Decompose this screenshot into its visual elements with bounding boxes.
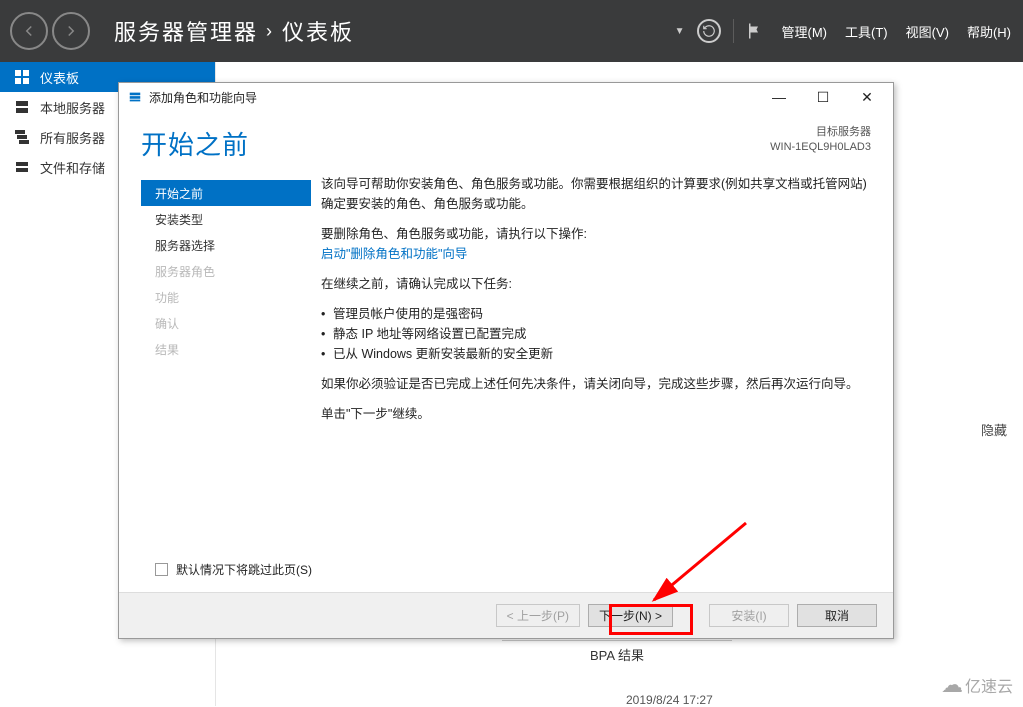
wizard-header: 开始之前 目标服务器 WIN-1EQL9H0LAD3	[119, 111, 893, 162]
storage-icon	[14, 159, 30, 175]
step-server-select[interactable]: 服务器选择	[141, 232, 311, 258]
window-title: 添加角色和功能向导	[149, 89, 257, 106]
prereq-item: 已从 Windows 更新安装最新的安全更新	[321, 344, 867, 364]
prev-button: < 上一步(P)	[496, 604, 580, 627]
remove-wizard-link[interactable]: 启动"删除角色和功能"向导	[321, 247, 467, 261]
content-p4: 如果你必须验证是否已完成上述任何先决条件，请关闭向导，完成这些步骤，然后再次运行…	[321, 374, 867, 394]
bpa-timestamp: 2019/8/24 17:27	[626, 693, 713, 707]
breadcrumb: 服务器管理器 › 仪表板	[90, 15, 354, 47]
target-info: 目标服务器 WIN-1EQL9H0LAD3	[770, 125, 871, 156]
sidebar-item-label: 所有服务器	[40, 128, 105, 147]
target-label: 目标服务器	[770, 125, 871, 140]
chevron-down-icon[interactable]: ▼	[675, 26, 685, 37]
flag-icon[interactable]	[746, 22, 764, 40]
wizard-body: 开始之前 安装类型 服务器选择 服务器角色 功能 确认 结果 该向导可帮助你安装…	[119, 162, 893, 561]
wizard-dialog: 添加角色和功能向导 — ☐ ✕ 开始之前 目标服务器 WIN-1EQL9H0LA…	[118, 82, 894, 639]
bpa-section: BPA 结果	[502, 640, 732, 668]
content-p5: 单击"下一步"继续。	[321, 404, 867, 424]
prereq-list: 管理员帐户使用的是强密码 静态 IP 地址等网络设置已配置完成 已从 Windo…	[321, 304, 867, 364]
watermark-text: 亿速云	[965, 673, 1013, 697]
close-button[interactable]: ✕	[845, 84, 889, 110]
target-value: WIN-1EQL9H0LAD3	[770, 140, 871, 155]
titlebar[interactable]: 添加角色和功能向导 — ☐ ✕	[119, 83, 893, 111]
header-icons: ▼	[675, 19, 764, 43]
header-right: ▼ 管理(M) 工具(T) 视图(V) 帮助(H)	[675, 19, 1011, 43]
page-title: 开始之前	[141, 125, 249, 162]
sidebar-item-label: 仪表板	[40, 68, 79, 87]
step-results: 结果	[141, 336, 311, 362]
step-confirm: 确认	[141, 310, 311, 336]
cancel-button[interactable]: 取消	[797, 604, 877, 627]
content-p3: 在继续之前，请确认完成以下任务:	[321, 274, 867, 294]
refresh-icon[interactable]	[697, 19, 721, 43]
wizard-icon	[127, 89, 143, 105]
prereq-item: 管理员帐户使用的是强密码	[321, 304, 867, 324]
watermark-icon: ☁	[941, 672, 959, 698]
back-button[interactable]	[10, 12, 48, 50]
install-button: 安装(I)	[709, 604, 789, 627]
skip-label: 默认情况下将跳过此页(S)	[176, 561, 312, 578]
skip-checkbox[interactable]	[155, 563, 168, 576]
maximize-button[interactable]: ☐	[801, 84, 845, 110]
sidebar-item-label: 本地服务器	[40, 98, 105, 117]
step-features: 功能	[141, 284, 311, 310]
breadcrumb-page: 仪表板	[282, 15, 354, 47]
step-before-begin[interactable]: 开始之前	[141, 180, 311, 206]
dashboard-icon	[14, 69, 30, 85]
hide-link[interactable]: 隐藏	[981, 420, 1007, 439]
app-header: 服务器管理器 › 仪表板 ▼ 管理(M) 工具(T) 视图(V) 帮助(H)	[0, 0, 1023, 62]
servers-icon	[14, 129, 30, 145]
nav-arrows	[0, 12, 90, 50]
skip-row: 默认情况下将跳过此页(S)	[119, 561, 893, 592]
server-icon	[14, 99, 30, 115]
wizard-steps: 开始之前 安装类型 服务器选择 服务器角色 功能 确认 结果	[141, 174, 311, 561]
wizard-content: 该向导可帮助你安装角色、角色服务或功能。你需要根据组织的计算要求(例如共享文档或…	[311, 174, 871, 561]
minimize-button[interactable]: —	[757, 84, 801, 110]
menu-tools[interactable]: 工具(T)	[845, 22, 888, 41]
step-server-roles: 服务器角色	[141, 258, 311, 284]
menu-help[interactable]: 帮助(H)	[967, 22, 1011, 41]
chevron-right-icon: ›	[266, 21, 274, 42]
step-install-type[interactable]: 安装类型	[141, 206, 311, 232]
menu-manage[interactable]: 管理(M)	[782, 22, 828, 41]
forward-button	[52, 12, 90, 50]
divider	[733, 19, 734, 43]
wizard-footer: < 上一步(P) 下一步(N) > 安装(I) 取消	[119, 592, 893, 638]
watermark: ☁ 亿速云	[941, 672, 1013, 698]
content-p2: 要删除角色、角色服务或功能，请执行以下操作: 启动"删除角色和功能"向导	[321, 224, 867, 264]
breadcrumb-app: 服务器管理器	[114, 15, 258, 47]
prereq-item: 静态 IP 地址等网络设置已配置完成	[321, 324, 867, 344]
content-p1: 该向导可帮助你安装角色、角色服务或功能。你需要根据组织的计算要求(例如共享文档或…	[321, 174, 867, 214]
sidebar-item-label: 文件和存储	[40, 158, 105, 177]
menu-view[interactable]: 视图(V)	[906, 22, 949, 41]
bpa-title: BPA 结果	[502, 641, 732, 668]
next-button[interactable]: 下一步(N) >	[588, 604, 673, 627]
